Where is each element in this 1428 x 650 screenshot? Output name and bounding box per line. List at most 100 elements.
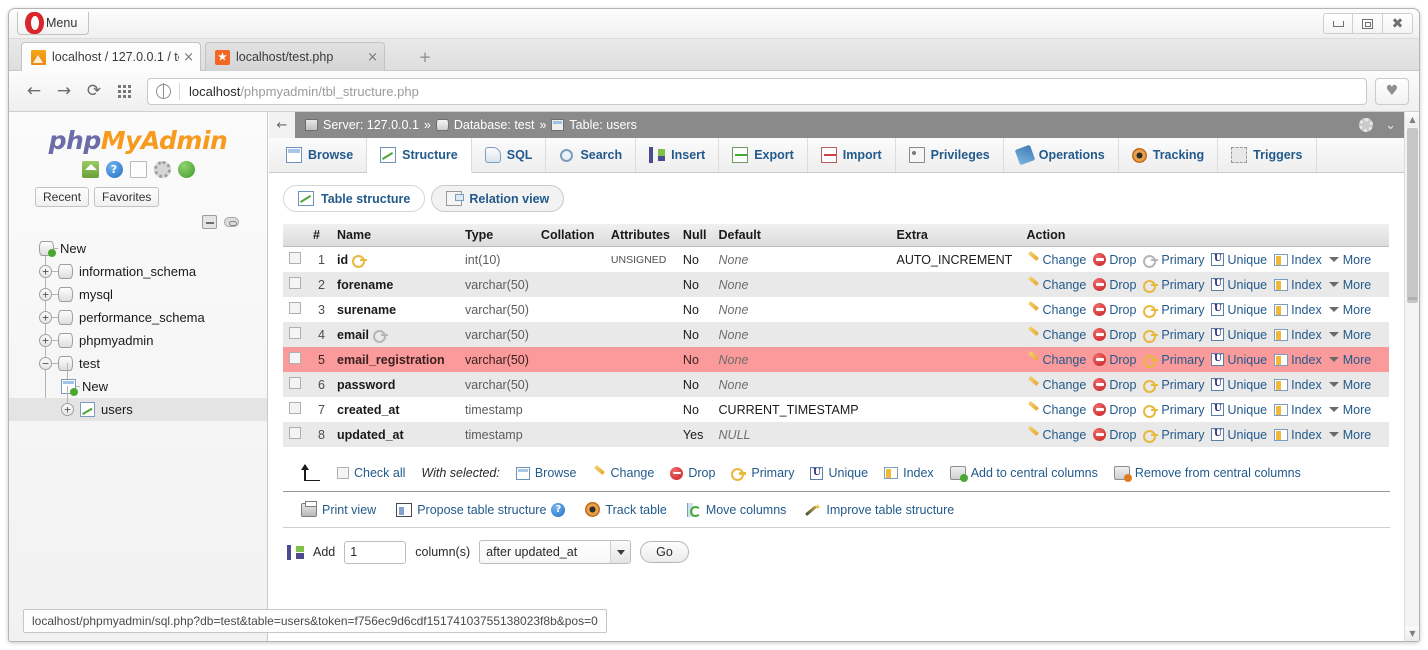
action-index[interactable]: Index <box>1274 303 1326 317</box>
action-change[interactable]: Change <box>1027 378 1091 392</box>
tab-insert[interactable]: Insert <box>636 138 719 172</box>
table-row[interactable]: 1 id int(10) UNSIGNED No None AUTO_INCRE… <box>283 247 1389 273</box>
close-button[interactable]: ✖ <box>1383 13 1413 34</box>
row-checkbox[interactable] <box>289 377 301 389</box>
tool-move-columns[interactable]: Move columns <box>687 503 787 517</box>
tab-structure[interactable]: Structure <box>367 138 472 173</box>
action-drop[interactable]: Drop <box>1093 403 1140 417</box>
browser-tab-2-close-icon[interactable]: × <box>363 50 378 65</box>
action-unique[interactable]: UUnique <box>1211 353 1271 367</box>
action-primary[interactable]: Primary <box>1143 353 1208 367</box>
action-change[interactable]: Change <box>1027 253 1091 267</box>
reload-button[interactable]: ⟳ <box>79 78 109 104</box>
docs-icon[interactable] <box>130 161 147 178</box>
row-checkbox-cell[interactable] <box>283 297 307 322</box>
action-drop[interactable]: Drop <box>1093 428 1140 442</box>
expander-icon[interactable]: + <box>39 334 52 347</box>
bulk-browse[interactable]: Browse <box>516 466 577 480</box>
subtab-relation-view[interactable]: Relation view <box>431 185 564 212</box>
expander-icon[interactable]: + <box>39 265 52 278</box>
bookmark-heart-icon[interactable]: ♥ <box>1375 78 1409 105</box>
action-more[interactable]: More <box>1329 403 1375 417</box>
help-icon[interactable]: ? <box>106 161 123 178</box>
add-column-position-select[interactable]: after updated_at <box>479 540 631 564</box>
row-checkbox-cell[interactable] <box>283 422 307 447</box>
action-more[interactable]: More <box>1329 428 1375 442</box>
action-drop[interactable]: Drop <box>1093 378 1140 392</box>
recent-tab[interactable]: Recent <box>35 187 89 207</box>
favorites-tab[interactable]: Favorites <box>94 187 159 207</box>
tree-item-new-table[interactable]: New <box>9 375 267 398</box>
bulk-index[interactable]: Index <box>884 466 934 480</box>
settings-icon[interactable] <box>154 161 171 178</box>
row-checkbox-cell[interactable] <box>283 372 307 397</box>
col-header-default[interactable]: Default <box>713 224 891 247</box>
tree-item-new-database[interactable]: New <box>9 237 267 260</box>
table-row[interactable]: 7 created_at timestamp No CURRENT_TIMEST… <box>283 397 1389 422</box>
home-icon[interactable] <box>82 161 99 178</box>
expander-icon[interactable]: − <box>39 357 52 370</box>
action-unique[interactable]: UUnique <box>1211 403 1271 417</box>
maximize-button[interactable] <box>1353 13 1383 34</box>
tree-item-users[interactable]: + users <box>9 398 267 421</box>
check-all-control[interactable]: Check all <box>337 466 405 480</box>
action-change[interactable]: Change <box>1027 353 1091 367</box>
action-unique[interactable]: UUnique <box>1211 278 1271 292</box>
settings-gear-icon[interactable] <box>1359 118 1373 132</box>
bulk-change[interactable]: Change <box>593 466 655 480</box>
col-header-type[interactable]: Type <box>459 224 535 247</box>
tab-export[interactable]: Export <box>719 138 808 172</box>
action-primary[interactable]: Primary <box>1143 303 1208 317</box>
action-primary[interactable]: Primary <box>1143 378 1208 392</box>
action-more[interactable]: More <box>1329 328 1375 342</box>
scrollbar-thumb[interactable] <box>1407 128 1418 303</box>
action-unique[interactable]: UUnique <box>1211 328 1271 342</box>
action-change[interactable]: Change <box>1027 278 1091 292</box>
action-drop[interactable]: Drop <box>1093 353 1140 367</box>
row-checkbox[interactable] <box>289 402 301 414</box>
tree-item-performance_schema[interactable]: + performance_schema <box>9 306 267 329</box>
row-checkbox[interactable] <box>289 277 301 289</box>
action-primary[interactable]: Primary <box>1143 403 1208 417</box>
tab-search[interactable]: Search <box>546 138 636 172</box>
action-more[interactable]: More <box>1329 253 1375 267</box>
breadcrumb-database[interactable]: Database: test <box>454 118 535 132</box>
action-drop[interactable]: Drop <box>1093 253 1140 267</box>
table-row[interactable]: 2 forename varchar(50) No None Change Dr… <box>283 272 1389 297</box>
action-drop[interactable]: Drop <box>1093 303 1140 317</box>
row-checkbox-cell[interactable] <box>283 347 307 372</box>
action-primary[interactable]: Primary <box>1143 253 1208 267</box>
bulk-drop[interactable]: Drop <box>670 466 715 480</box>
action-more[interactable]: More <box>1329 278 1375 292</box>
bulk-remove-central[interactable]: Remove from central columns <box>1114 466 1301 480</box>
row-checkbox-cell[interactable] <box>283 272 307 297</box>
action-change[interactable]: Change <box>1027 303 1091 317</box>
expander-icon[interactable]: + <box>39 311 52 324</box>
bulk-add-central[interactable]: Add to central columns <box>950 466 1098 480</box>
action-index[interactable]: Index <box>1274 328 1326 342</box>
action-change[interactable]: Change <box>1027 403 1091 417</box>
col-header-collation[interactable]: Collation <box>535 224 605 247</box>
link-with-main-icon[interactable] <box>224 217 239 227</box>
browser-tab-1-close-icon[interactable]: × <box>179 50 194 65</box>
action-drop[interactable]: Drop <box>1093 278 1140 292</box>
table-row[interactable]: 8 updated_at timestamp Yes NULL Change D… <box>283 422 1389 447</box>
row-checkbox[interactable] <box>289 252 301 264</box>
action-change[interactable]: Change <box>1027 328 1091 342</box>
new-tab-button[interactable]: + <box>417 49 433 65</box>
page-scrollbar[interactable]: ▲ ▼ <box>1404 112 1419 641</box>
help-icon[interactable]: ? <box>551 503 565 517</box>
action-unique[interactable]: UUnique <box>1211 253 1271 267</box>
speed-dial-icon[interactable] <box>109 78 139 104</box>
action-unique[interactable]: UUnique <box>1211 428 1271 442</box>
table-row[interactable]: 5 email_registration varchar(50) No None… <box>283 347 1389 372</box>
tab-browse[interactable]: Browse <box>273 138 367 172</box>
minimize-button[interactable] <box>1323 13 1353 34</box>
action-index[interactable]: Index <box>1274 353 1326 367</box>
col-header-number[interactable]: # <box>307 224 331 247</box>
browser-tab-2[interactable]: ★ localhost/test.php × <box>205 42 385 71</box>
check-all-checkbox[interactable] <box>337 467 349 479</box>
table-row[interactable]: 6 password varchar(50) No None Change Dr… <box>283 372 1389 397</box>
bulk-primary[interactable]: Primary <box>731 466 794 480</box>
action-unique[interactable]: UUnique <box>1211 378 1271 392</box>
